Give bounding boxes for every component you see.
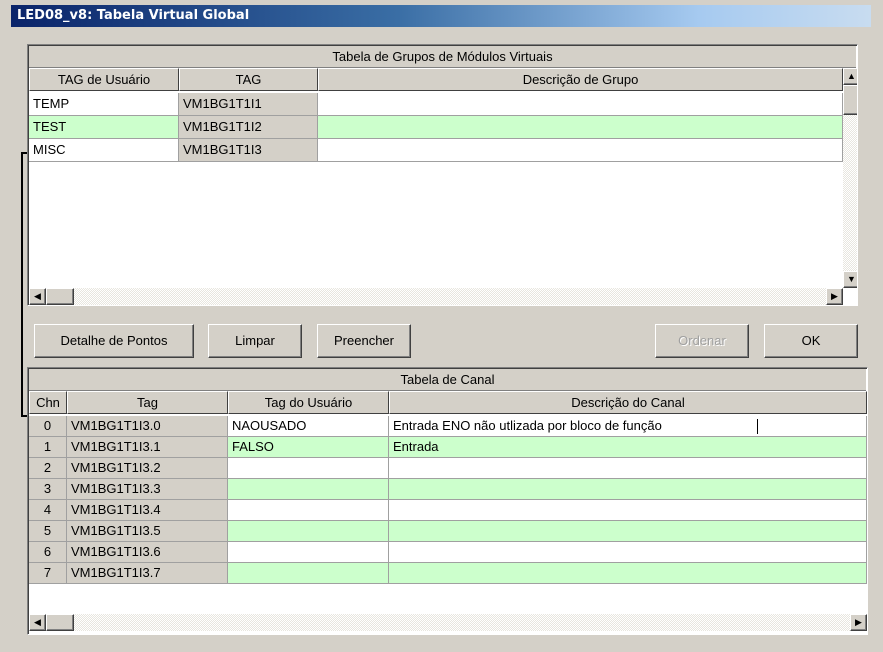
- scrollbar-thumb[interactable]: [46, 288, 74, 305]
- chn-cell: 5: [29, 521, 67, 542]
- table-row[interactable]: 7 VM1BG1T1I3.7: [29, 563, 867, 584]
- tag-cell: VM1BG1T1I3.5: [67, 521, 228, 542]
- scroll-right-icon[interactable]: ▶: [826, 288, 843, 305]
- channel-description-cell[interactable]: [389, 500, 867, 521]
- channel-table: Tabela de Canal Chn Tag Tag do Usuário D…: [27, 367, 868, 635]
- channel-description-cell[interactable]: Entrada ENO não utlizada por bloco de fu…: [389, 416, 867, 437]
- scrollbar-thumb[interactable]: [46, 614, 74, 631]
- scroll-down-icon[interactable]: ▼: [843, 271, 857, 288]
- tag-cell: VM1BG1T1I3.0: [67, 416, 228, 437]
- channel-description-cell[interactable]: [389, 542, 867, 563]
- table-row[interactable]: TEST VM1BG1T1I2: [29, 116, 843, 139]
- table-row[interactable]: 6 VM1BG1T1I3.6: [29, 542, 867, 563]
- tag-cell: VM1BG1T1I3.3: [67, 479, 228, 500]
- table-row[interactable]: 1 VM1BG1T1I3.1 FALSO Entrada: [29, 437, 867, 458]
- user-tag-cell[interactable]: TEMP: [29, 93, 179, 116]
- scroll-right-icon[interactable]: ▶: [850, 614, 867, 631]
- point-detail-button[interactable]: Detalhe de Pontos: [34, 324, 194, 358]
- user-tag-cell[interactable]: [228, 500, 389, 521]
- table-row[interactable]: MISC VM1BG1T1I3: [29, 139, 843, 162]
- user-tag-cell[interactable]: FALSO: [228, 437, 389, 458]
- user-tag-cell[interactable]: TEST: [29, 116, 179, 139]
- text-caret: [757, 419, 758, 434]
- tag-cell: VM1BG1T1I3: [179, 139, 318, 162]
- tag-cell: VM1BG1T1I2: [179, 116, 318, 139]
- tag-cell: VM1BG1T1I3.4: [67, 500, 228, 521]
- group-table-title: Tabela de Grupos de Módulos Virtuais: [29, 46, 856, 68]
- fill-button[interactable]: Preencher: [317, 324, 411, 358]
- table-row[interactable]: 0 VM1BG1T1I3.0 NAOUSADO Entrada ENO não …: [29, 416, 867, 437]
- user-tag-cell[interactable]: [228, 542, 389, 563]
- column-header-group-description[interactable]: Descrição de Grupo: [318, 68, 843, 91]
- chn-cell: 3: [29, 479, 67, 500]
- chn-cell: 2: [29, 458, 67, 479]
- chn-cell: 0: [29, 416, 67, 437]
- table-row[interactable]: 3 VM1BG1T1I3.3: [29, 479, 867, 500]
- group-description-cell[interactable]: [318, 93, 843, 116]
- scrollbar-thumb[interactable]: [843, 85, 857, 115]
- ok-button[interactable]: OK: [764, 324, 858, 358]
- tag-cell: VM1BG1T1I3.2: [67, 458, 228, 479]
- group-description-cell[interactable]: [318, 139, 843, 162]
- group-table: Tabela de Grupos de Módulos Virtuais TAG…: [27, 44, 858, 306]
- column-header-chn[interactable]: Chn: [29, 391, 67, 414]
- chn-cell: 1: [29, 437, 67, 458]
- channel-description-cell[interactable]: [389, 458, 867, 479]
- group-description-cell[interactable]: [318, 116, 843, 139]
- user-tag-cell[interactable]: [228, 458, 389, 479]
- channel-description-cell[interactable]: [389, 479, 867, 500]
- column-header-tag[interactable]: TAG: [179, 68, 318, 91]
- clear-button[interactable]: Limpar: [208, 324, 302, 358]
- scroll-up-icon[interactable]: ▲: [843, 68, 857, 85]
- scroll-left-icon[interactable]: ◀: [29, 614, 46, 631]
- chn-cell: 6: [29, 542, 67, 563]
- tag-cell: VM1BG1T1I3.6: [67, 542, 228, 563]
- table-row[interactable]: TEMP VM1BG1T1I1: [29, 93, 843, 116]
- column-header-channel-description[interactable]: Descrição do Canal: [389, 391, 867, 414]
- scroll-left-icon[interactable]: ◀: [29, 288, 46, 305]
- column-header-user-tag[interactable]: TAG de Usuário: [29, 68, 179, 91]
- channel-description-cell[interactable]: [389, 563, 867, 584]
- table-row[interactable]: 2 VM1BG1T1I3.2: [29, 458, 867, 479]
- user-tag-cell[interactable]: [228, 521, 389, 542]
- tag-cell: VM1BG1T1I1: [179, 93, 318, 116]
- user-tag-cell[interactable]: NAOUSADO: [228, 416, 389, 437]
- group-table-hscrollbar[interactable]: [29, 288, 843, 305]
- table-row[interactable]: 4 VM1BG1T1I3.4: [29, 500, 867, 521]
- table-row[interactable]: 5 VM1BG1T1I3.5: [29, 521, 867, 542]
- channel-table-title: Tabela de Canal: [29, 369, 866, 391]
- chn-cell: 7: [29, 563, 67, 584]
- window-title: LED08_v8: Tabela Virtual Global: [11, 5, 871, 27]
- column-header-user-tag[interactable]: Tag do Usuário: [228, 391, 389, 414]
- user-tag-cell[interactable]: [228, 479, 389, 500]
- user-tag-cell[interactable]: MISC: [29, 139, 179, 162]
- tag-cell: VM1BG1T1I3.7: [67, 563, 228, 584]
- column-header-tag[interactable]: Tag: [67, 391, 228, 414]
- channel-table-hscrollbar[interactable]: [29, 614, 867, 631]
- chn-cell: 4: [29, 500, 67, 521]
- sort-button[interactable]: Ordenar: [655, 324, 749, 358]
- user-tag-cell[interactable]: [228, 563, 389, 584]
- channel-description-cell[interactable]: Entrada: [389, 437, 867, 458]
- channel-description-cell[interactable]: [389, 521, 867, 542]
- tag-cell: VM1BG1T1I3.1: [67, 437, 228, 458]
